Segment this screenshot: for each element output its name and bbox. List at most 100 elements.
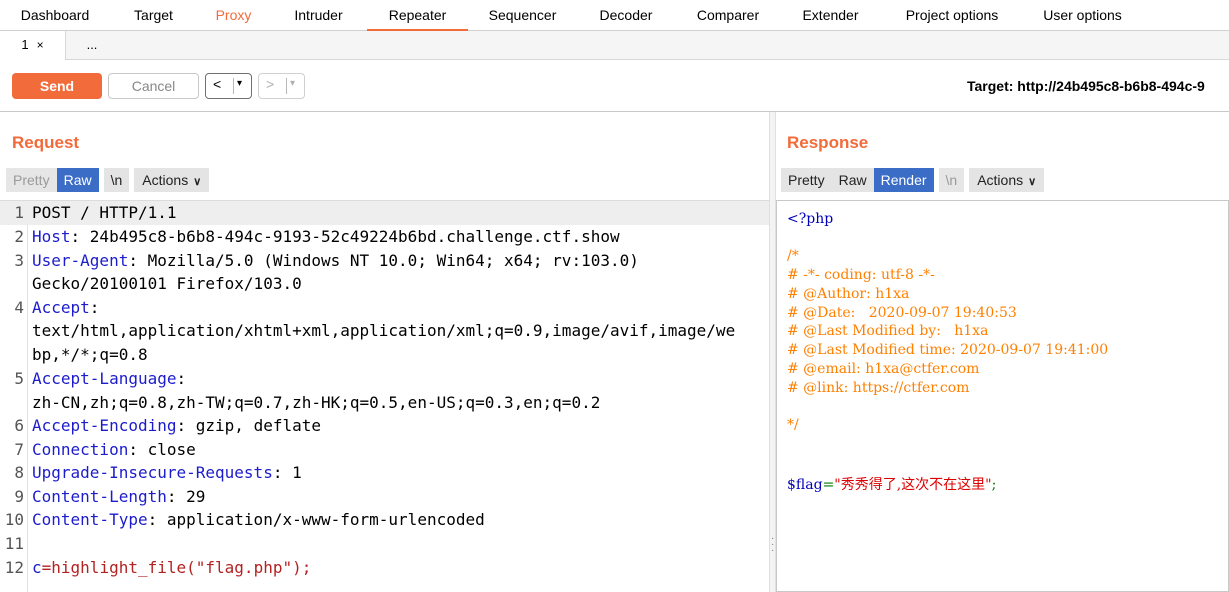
tab-comparer[interactable]: Comparer xyxy=(675,0,781,31)
raw-button[interactable]: Raw xyxy=(831,168,874,192)
response-title: Response xyxy=(787,133,869,152)
close-icon[interactable]: × xyxy=(37,38,44,52)
flag-string: "秀秀得了,这次不在这里" xyxy=(834,477,992,493)
chevron-down-icon[interactable]: ▾ xyxy=(237,78,242,89)
editor-line: 5 Accept-Language: xyxy=(0,367,769,391)
request-pane: Request Pretty Raw \n Actions ∨ 1 POST / … xyxy=(0,112,769,592)
comment-line: /* xyxy=(787,248,799,264)
line-number: 7 xyxy=(14,440,24,459)
actions-label: Actions xyxy=(977,172,1024,188)
header-value: : gzip, deflate xyxy=(176,416,322,435)
tab-decoder[interactable]: Decoder xyxy=(577,0,675,31)
raw-button[interactable]: Raw xyxy=(56,168,99,192)
comment-line: # @Last Modified time: 2020-09-07 19:41:… xyxy=(787,342,1109,358)
editor-line: 9 Content-Length: 29 xyxy=(0,485,769,509)
chevron-right-icon: > xyxy=(266,76,275,92)
editor-line: 3 User-Agent: Mozilla/5.0 (Windows NT 10… xyxy=(0,249,769,273)
newline-toggle[interactable]: \n xyxy=(103,168,130,192)
header-value-wrap: text/html,application/xhtml+xml,applicat… xyxy=(32,321,736,340)
request-view-toggle: Pretty Raw \n Actions ∨ xyxy=(6,168,210,192)
comment-line: # @Author: h1xa xyxy=(787,286,910,302)
newline-toggle[interactable]: \n xyxy=(938,168,965,192)
response-view-toggle: Pretty Raw Render \n Actions ∨ xyxy=(781,168,1045,192)
header-value-wrap: Gecko/20100101 Firefox/103.0 xyxy=(32,274,302,293)
header-name: Content-Type xyxy=(32,510,148,529)
line-number: 1 xyxy=(14,203,24,222)
header-value: : xyxy=(89,298,100,317)
response-pane: Response Pretty Raw Render \n Actions ∨ <… xyxy=(776,112,1229,592)
send-button[interactable]: Send xyxy=(12,73,102,99)
new-tab-button[interactable]: ... xyxy=(66,31,118,60)
main-tab-bar: Dashboard Target Proxy Intruder Repeater… xyxy=(0,0,1229,32)
editor-line: 11 xyxy=(0,532,769,556)
header-value: : xyxy=(176,369,187,388)
editor-line: 10 Content-Type: application/x-www-form-… xyxy=(0,508,769,532)
tab-target[interactable]: Target xyxy=(110,0,197,31)
editor-line: bp,*/*;q=0.8 xyxy=(0,343,769,367)
flag-variable: $flag xyxy=(787,477,823,493)
comment-line: # -*- coding: utf-8 -*- xyxy=(787,267,935,283)
header-name: Accept xyxy=(32,298,90,317)
editor-line: zh-CN,zh;q=0.8,zh-TW;q=0.7,zh-HK;q=0.5,e… xyxy=(0,391,769,415)
semicolon: ; xyxy=(991,477,997,493)
chevron-down-icon: ∨ xyxy=(193,176,202,188)
line-number: 5 xyxy=(14,369,24,388)
repeater-tab-bar: 1 × ... xyxy=(0,31,1229,60)
repeater-tab-label: 1 xyxy=(21,37,29,52)
header-value: : Mozilla/5.0 (Windows NT 10.0; Win64; x… xyxy=(128,251,639,270)
target-label[interactable]: Target: http://24b495c8-b6b8-494c-9 xyxy=(967,78,1205,94)
line-number: 12 xyxy=(4,558,24,577)
header-value: : 1 xyxy=(272,463,302,482)
header-name: Accept-Encoding xyxy=(32,416,177,435)
header-value-wrap: zh-CN,zh;q=0.8,zh-TW;q=0.7,zh-HK;q=0.5,e… xyxy=(32,393,601,412)
new-tab-label: ... xyxy=(86,37,98,52)
comment-line: # @link: https://ctfer.com xyxy=(787,380,970,396)
tab-dashboard[interactable]: Dashboard xyxy=(0,0,110,31)
line-number: 4 xyxy=(14,298,24,317)
response-render-view[interactable]: <?php /* # -*- coding: utf-8 -*- # @Auth… xyxy=(776,200,1229,592)
chevron-down-icon: ∨ xyxy=(1028,176,1037,188)
actions-menu[interactable]: Actions ∨ xyxy=(969,168,1045,192)
header-value: : close xyxy=(128,440,196,459)
forward-button[interactable]: > ▾ xyxy=(258,73,305,99)
tab-intruder[interactable]: Intruder xyxy=(270,0,367,31)
request-title: Request xyxy=(12,133,80,152)
pane-splitter[interactable]: · · · xyxy=(769,112,776,592)
flag-line: $flag="秀秀得了,这次不在这里"; xyxy=(787,476,996,495)
tab-user-options[interactable]: User options xyxy=(1024,0,1141,31)
line-number: 8 xyxy=(14,463,24,482)
comment-line: # @Last Modified by: h1xa xyxy=(787,323,989,339)
body-param-value: =highlight_file("flag.php"); xyxy=(41,558,312,577)
editor-line: text/html,application/xhtml+xml,applicat… xyxy=(0,319,769,343)
repeater-tab-1[interactable]: 1 × xyxy=(0,31,66,60)
header-name: User-Agent xyxy=(32,251,129,270)
drag-handle-icon: · · · xyxy=(771,533,775,556)
header-value: : 24b495c8-b6b8-494c-9193-52c49224b6bd.c… xyxy=(70,227,620,246)
tab-proxy[interactable]: Proxy xyxy=(197,0,270,31)
header-name: Upgrade-Insecure-Requests xyxy=(32,463,273,482)
line-number: 9 xyxy=(14,487,24,506)
cancel-button[interactable]: Cancel xyxy=(108,73,199,99)
tab-project-options[interactable]: Project options xyxy=(880,0,1024,31)
pretty-button[interactable]: Pretty xyxy=(781,168,832,192)
editor-line: 4 Accept: xyxy=(0,296,769,320)
render-button[interactable]: Render xyxy=(873,168,934,192)
actions-label: Actions xyxy=(142,172,189,188)
tab-repeater[interactable]: Repeater xyxy=(367,0,468,32)
back-button[interactable]: < ▾ xyxy=(205,73,252,99)
separator xyxy=(233,78,234,94)
header-name: Accept-Language xyxy=(32,369,177,388)
repeater-toolbar: Send Cancel < ▾ > ▾ Target: http://24b49… xyxy=(0,60,1229,112)
comment-line: # @Date: 2020-09-07 19:40:53 xyxy=(787,305,1017,321)
line-number: 3 xyxy=(14,251,24,270)
header-name: Connection xyxy=(32,440,129,459)
actions-menu[interactable]: Actions ∨ xyxy=(134,168,210,192)
editor-line: 1 POST / HTTP/1.1 xyxy=(0,201,769,225)
pretty-button[interactable]: Pretty xyxy=(6,168,57,192)
line-number: 2 xyxy=(14,227,24,246)
chevron-down-icon[interactable]: ▾ xyxy=(290,78,295,89)
tab-extender[interactable]: Extender xyxy=(781,0,880,31)
comment-line: */ xyxy=(787,417,799,433)
tab-sequencer[interactable]: Sequencer xyxy=(468,0,577,31)
request-editor[interactable]: 1 POST / HTTP/1.1 2 Host: 24b495c8-b6b8-… xyxy=(0,200,769,592)
